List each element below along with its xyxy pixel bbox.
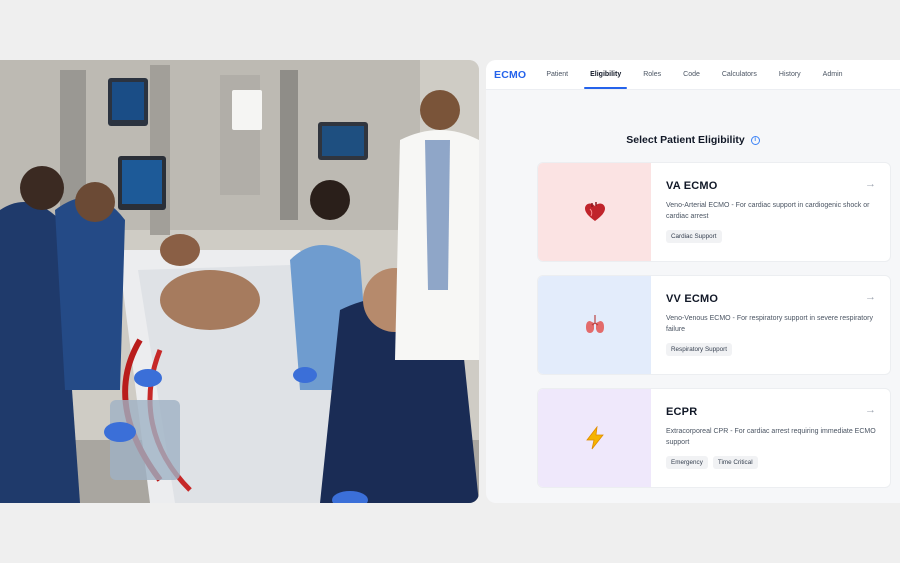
tag: Respiratory Support xyxy=(666,343,732,356)
info-icon[interactable]: i xyxy=(750,135,760,145)
card-body: ECPR Extracorporeal CPR - For cardiac ar… xyxy=(651,389,890,487)
lightning-icon xyxy=(585,426,604,450)
eligibility-card-list: VA ECMO Veno-Arterial ECMO - For cardiac… xyxy=(537,162,891,501)
tab-code[interactable]: Code xyxy=(683,60,700,89)
card-description: Extracorporeal CPR - For cardiac arrest … xyxy=(666,428,876,446)
tab-roles[interactable]: Roles xyxy=(643,60,661,89)
tab-eligibility[interactable]: Eligibility xyxy=(584,60,628,89)
tab-history[interactable]: History xyxy=(779,60,801,89)
card-tags: Respiratory Support xyxy=(666,343,876,356)
card-vv-ecmo[interactable]: VV ECMO Veno-Venous ECMO - For respirato… xyxy=(537,275,891,375)
tab-admin[interactable]: Admin xyxy=(823,60,843,89)
card-tags: Cardiac Support xyxy=(666,230,876,243)
top-nav: ECMO Patient Eligibility Roles Code Calc… xyxy=(486,60,900,90)
tag: Time Critical xyxy=(712,456,758,469)
card-media-vv-ecmo xyxy=(538,276,651,374)
card-title: VV ECMO xyxy=(666,293,719,305)
tag: Emergency xyxy=(666,456,708,469)
app-panel: ECMO Patient Eligibility Roles Code Calc… xyxy=(486,60,900,503)
arrow-right-icon: → xyxy=(865,178,876,190)
lungs-icon xyxy=(585,315,604,333)
ecmo-procedure-photo xyxy=(0,60,479,503)
arrow-right-icon: → xyxy=(865,291,876,303)
card-body: VV ECMO Veno-Venous ECMO - For respirato… xyxy=(651,276,890,374)
card-description: Veno-Venous ECMO - For respiratory suppo… xyxy=(666,315,873,333)
card-body: VA ECMO Veno-Arterial ECMO - For cardiac… xyxy=(651,163,890,261)
card-va-ecmo[interactable]: VA ECMO Veno-Arterial ECMO - For cardiac… xyxy=(537,162,891,262)
arrow-right-icon: → xyxy=(865,404,876,416)
brand-logo[interactable]: ECMO xyxy=(494,60,526,89)
tab-calculators[interactable]: Calculators xyxy=(722,60,757,89)
heart-icon xyxy=(584,202,605,221)
card-tags: Emergency Time Critical xyxy=(666,456,876,469)
card-title: ECPR xyxy=(666,406,698,418)
card-description: Veno-Arterial ECMO - For cardiac support… xyxy=(666,202,870,220)
card-media-va-ecmo xyxy=(538,163,651,261)
card-ecpr[interactable]: ECPR Extracorporeal CPR - For cardiac ar… xyxy=(537,388,891,488)
screen: ECMO Patient Eligibility Roles Code Calc… xyxy=(0,0,900,563)
tab-patient[interactable]: Patient xyxy=(546,60,568,89)
card-title: VA ECMO xyxy=(666,180,718,192)
card-media-ecpr xyxy=(538,389,651,487)
tag: Cardiac Support xyxy=(666,230,722,243)
page-title-row: Select Patient Eligibility i xyxy=(486,134,900,146)
photo-illustration xyxy=(0,60,479,503)
page-title: Select Patient Eligibility xyxy=(626,134,745,146)
